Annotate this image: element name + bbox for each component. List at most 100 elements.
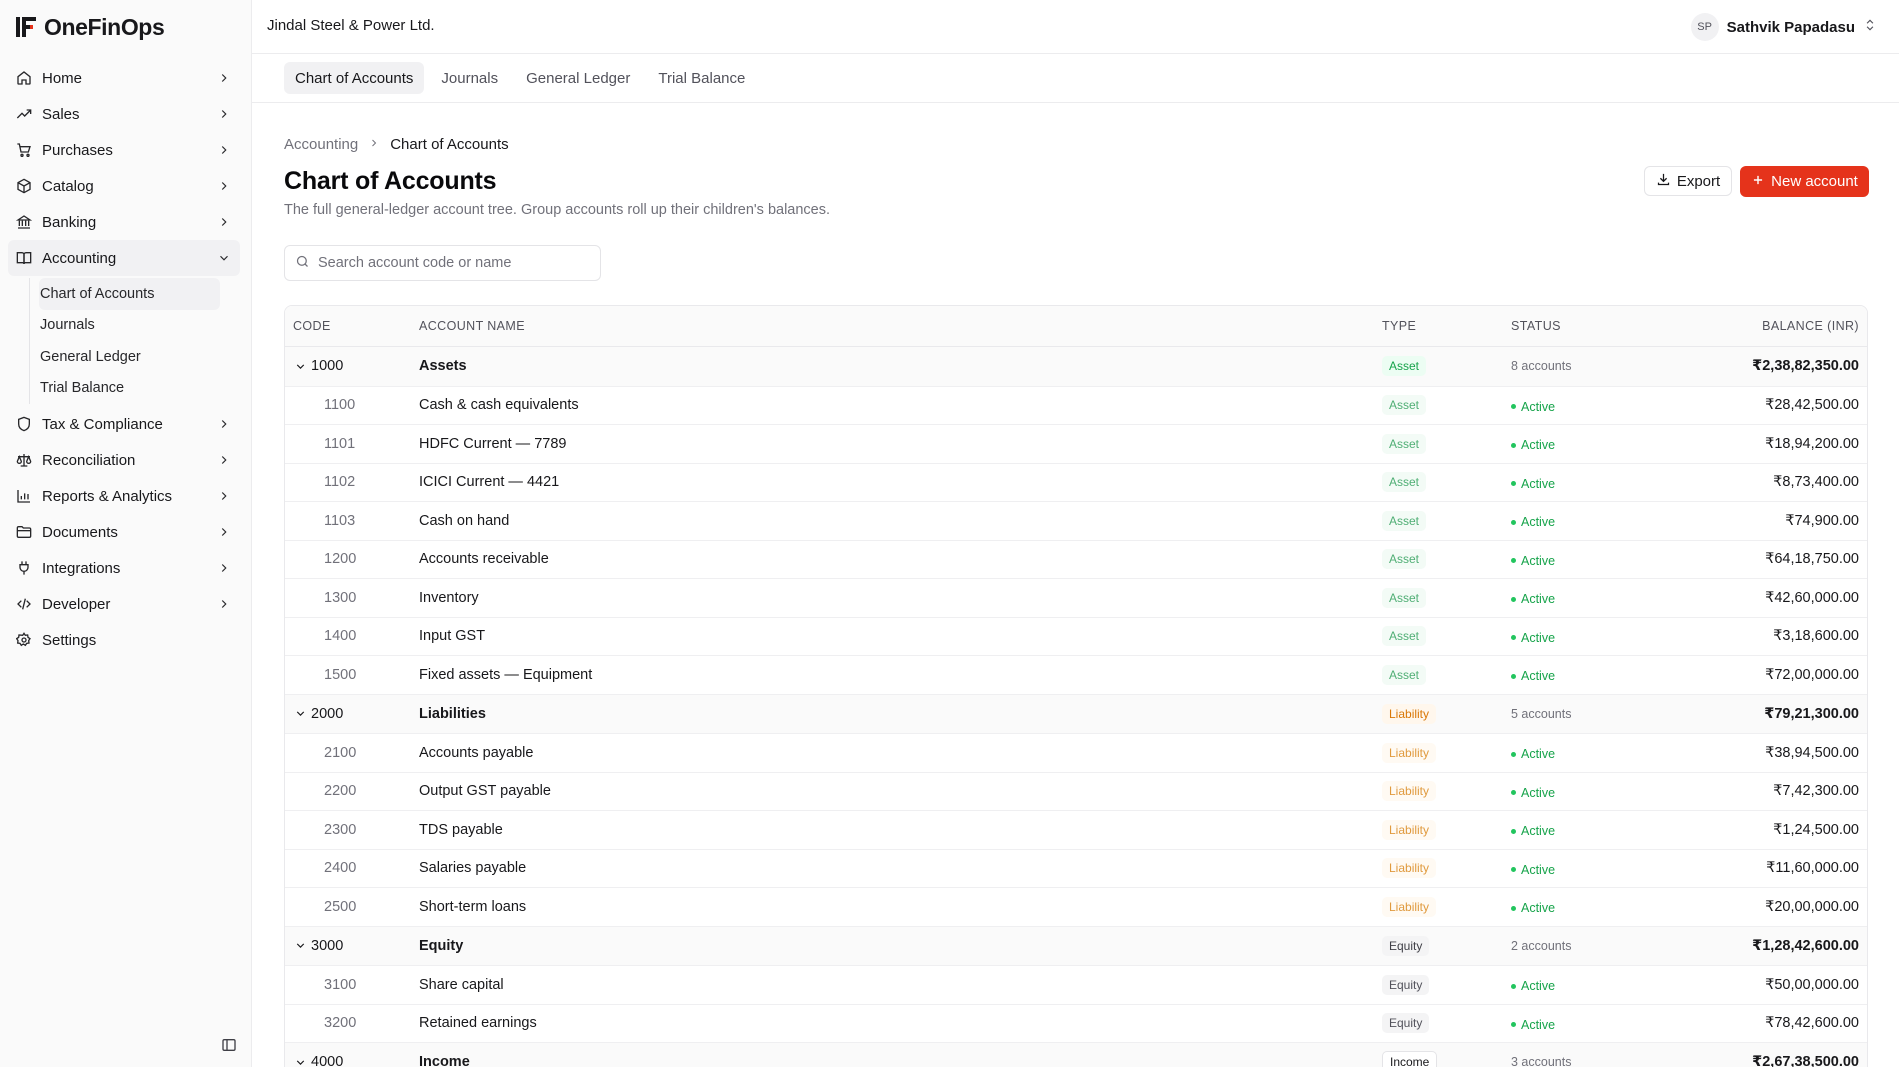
sidebar-item-catalog[interactable]: Catalog [8, 168, 240, 204]
status-badge: Active [1511, 901, 1555, 915]
status-badge: Active [1511, 477, 1555, 491]
sidebar-item-reports[interactable]: Reports & Analytics [8, 478, 240, 514]
sidebar-item-documents[interactable]: Documents [8, 514, 240, 550]
account-name: Fixed assets — Equipment [419, 666, 593, 683]
sidebar-subitem-label: Journals [40, 317, 95, 334]
sidebar-item-purchases[interactable]: Purchases [8, 132, 240, 168]
chevron-down-icon[interactable] [293, 939, 307, 953]
module-tabs: Chart of Accounts Journals General Ledge… [252, 54, 1899, 103]
sidebar-subitem-chart-of-accounts[interactable]: Chart of Accounts [39, 278, 220, 310]
avatar: SP [1690, 13, 1719, 41]
chevron-right-icon [216, 70, 232, 86]
table-row[interactable]: 1103 Cash on hand Asset Active ₹74,900.00 [285, 502, 1867, 541]
account-name: Cash on hand [419, 512, 510, 529]
cell-code: 1300 [285, 590, 419, 606]
home-icon [15, 69, 33, 87]
account-balance: ₹79,21,300.00 [1764, 705, 1859, 722]
accounts-table: CODE ACCOUNT NAME TYPE STATUS BALANCE (I… [284, 305, 1868, 1067]
account-code: 3100 [324, 976, 357, 993]
table-row[interactable]: 1200 Accounts receivable Asset Active ₹64,18… [285, 541, 1867, 579]
column-header-code[interactable]: CODE [285, 319, 419, 333]
account-name: Inventory [419, 589, 479, 606]
chevron-down-icon[interactable] [293, 359, 307, 373]
column-header-type[interactable]: TYPE [1382, 319, 1511, 333]
company-name[interactable]: Jindal Steel & Power Ltd. [267, 17, 435, 34]
table-group-row[interactable]: 4000 Income Income 3 accounts ₹2,67,38,500.0… [285, 1043, 1867, 1067]
type-badge: Asset [1382, 549, 1427, 570]
column-header-status[interactable]: STATUS [1511, 319, 1652, 333]
tab-chart-of-accounts[interactable]: Chart of Accounts [284, 62, 425, 94]
sidebar-item-tax-compliance[interactable]: Tax & Compliance [8, 406, 240, 442]
table-row[interactable]: 2300 TDS payable Liability Active ₹1,24,500.… [285, 811, 1867, 850]
sidebar-item-settings[interactable]: Settings [8, 622, 240, 658]
table-row[interactable]: 1100 Cash & cash equivalents Asset Active ₹2… [285, 387, 1867, 425]
cell-type: Asset [1382, 433, 1511, 454]
status-dot-icon [1511, 751, 1516, 757]
table-row[interactable]: 1500 Fixed assets — Equipment Asset Active ₹… [285, 656, 1867, 695]
sidebar-item-sales[interactable]: Sales [8, 96, 240, 132]
table-row[interactable]: 1102 ICICI Current — 4421 Asset Active ₹8,73… [285, 464, 1867, 502]
table-row[interactable]: 1101 HDFC Current — 7789 Asset Active ₹18,94… [285, 425, 1867, 464]
status-text: Active [1521, 747, 1556, 761]
cell-type: Liability [1382, 858, 1511, 879]
account-code: 4000 [311, 1054, 344, 1067]
status-dot-icon [1511, 404, 1516, 409]
export-button[interactable]: Export [1644, 166, 1732, 196]
account-code: 1300 [324, 589, 357, 606]
cell-code: 3100 [285, 977, 419, 993]
app-logo[interactable]: OneFinOps [14, 13, 165, 41]
app-name: OneFinOps [44, 13, 165, 40]
chevron-down-icon [216, 250, 232, 266]
sidebar-toggle-icon[interactable] [221, 1037, 237, 1053]
tab-trial-balance[interactable]: Trial Balance [647, 62, 756, 94]
column-header-balance[interactable]: BALANCE (INR) [1652, 319, 1867, 333]
sidebar-subitem-trial-balance[interactable]: Trial Balance [39, 373, 220, 405]
table-group-row[interactable]: 3000 Equity Equity 2 accounts ₹1,28,42,600.0… [285, 926, 1867, 966]
sidebar-item-developer[interactable]: Developer [8, 586, 240, 622]
search-input[interactable] [318, 255, 588, 271]
status-dot-icon [1511, 635, 1516, 640]
breadcrumb-parent[interactable]: Accounting [284, 136, 358, 153]
table-row[interactable]: 1400 Input GST Asset Active ₹3,18,600.00 [285, 618, 1867, 656]
cell-type: Asset [1382, 395, 1511, 416]
sidebar-item-label: Banking [42, 213, 97, 231]
account-balance: ₹1,24,500.00 [1773, 821, 1859, 838]
tab-general-ledger[interactable]: General Ledger [515, 62, 641, 94]
sidebar-item-reconciliation[interactable]: Reconciliation [8, 442, 240, 478]
cell-status: Active [1511, 977, 1652, 993]
account-name: Accounts payable [419, 744, 534, 761]
sidebar-item-integrations[interactable]: Integrations [8, 550, 240, 586]
table-row[interactable]: 3100 Share capital Equity Active ₹50,00,000.… [285, 966, 1867, 1005]
chevron-down-icon[interactable] [293, 1055, 307, 1067]
status-badge: Active [1511, 438, 1555, 452]
table-row[interactable]: 2500 Short-term loans Liability Active ₹20,0… [285, 888, 1867, 927]
new-account-button[interactable]: New account [1740, 166, 1869, 197]
book-icon [15, 249, 33, 267]
sidebar-item-banking[interactable]: Banking [8, 204, 240, 240]
table-row[interactable]: 2400 Salaries payable Liability Active ₹11,6… [285, 850, 1867, 888]
chevron-down-icon[interactable] [293, 707, 307, 721]
sidebar-subitem-general-ledger[interactable]: General Ledger [39, 341, 220, 373]
status-badge: Active [1511, 863, 1555, 877]
account-code: 1000 [311, 358, 344, 375]
table-row[interactable]: 3200 Retained earnings Equity Active ₹78,42,… [285, 1005, 1867, 1043]
table-group-row[interactable]: 1000 Assets Asset 8 accounts ₹2,38,82,350.00 [285, 347, 1867, 387]
column-header-account-name[interactable]: ACCOUNT NAME [419, 319, 1382, 333]
child-count: 3 accounts [1511, 1055, 1572, 1067]
table-row[interactable]: 1300 Inventory Asset Active ₹42,60,000.00 [285, 579, 1867, 618]
cell-type: Asset [1382, 510, 1511, 531]
table-row[interactable]: 2100 Accounts payable Liability Active ₹38,9… [285, 734, 1867, 773]
table-row[interactable]: 2200 Output GST payable Liability Active ₹7,… [285, 773, 1867, 811]
user-menu[interactable]: SP Sathvik Papadasu [1690, 13, 1877, 41]
sidebar-subitem-journals[interactable]: Journals [39, 310, 220, 342]
folder-icon [15, 523, 33, 541]
account-name: Salaries payable [419, 860, 527, 877]
account-code: 1101 [324, 435, 356, 452]
tab-journals[interactable]: Journals [430, 62, 509, 94]
account-code: 1103 [324, 512, 356, 529]
table-group-row[interactable]: 2000 Liabilities Liability 5 accounts ₹79,21… [285, 694, 1867, 734]
child-count: 2 accounts [1511, 938, 1572, 953]
sidebar-item-accounting[interactable]: Accounting [8, 240, 240, 276]
sidebar-item-home[interactable]: Home [8, 60, 240, 96]
package-icon [15, 177, 33, 195]
